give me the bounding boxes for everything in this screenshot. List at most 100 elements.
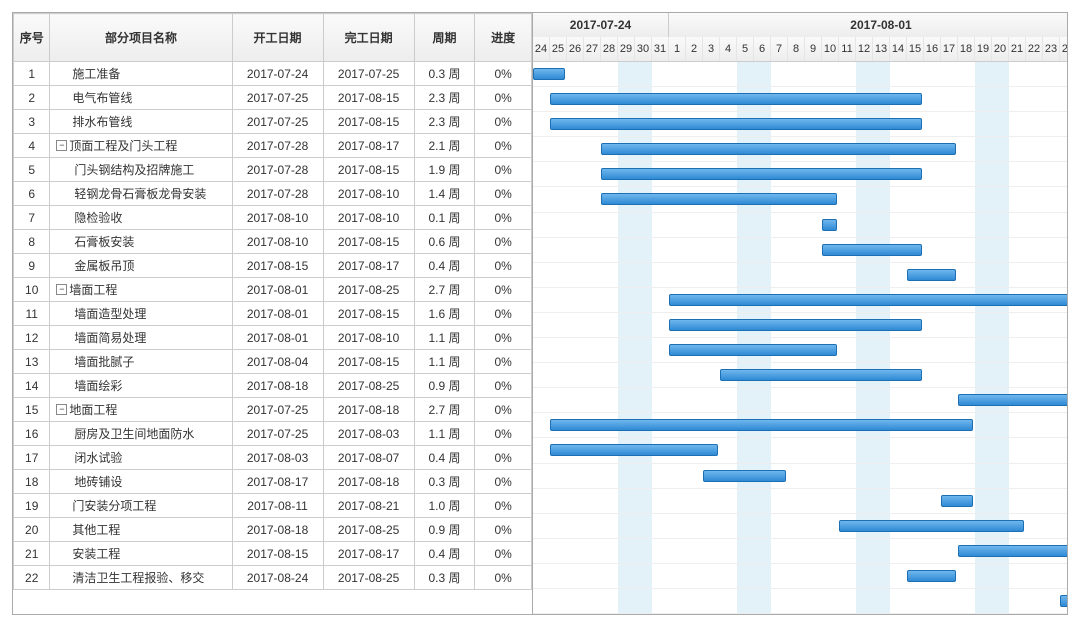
cell-prog: 0%: [475, 542, 532, 566]
col-seq[interactable]: 序号: [14, 14, 50, 62]
cell-name: 排水布管线: [50, 110, 232, 134]
table-row[interactable]: 18地砖铺设2017-08-172017-08-180.3 周0%: [14, 470, 532, 494]
gantt-bar[interactable]: [669, 344, 837, 356]
cell-dur: 1.1 周: [414, 350, 475, 374]
task-name-label: 墙面工程: [69, 281, 117, 298]
gantt-bar[interactable]: [550, 419, 973, 431]
col-prog[interactable]: 进度: [475, 14, 532, 62]
day-header: 25: [550, 37, 567, 61]
day-header: 29: [618, 37, 635, 61]
gantt-bar[interactable]: [550, 118, 922, 130]
col-start[interactable]: 开工日期: [232, 14, 323, 62]
day-header: 7: [771, 37, 788, 61]
table-row[interactable]: 8石膏板安装2017-08-102017-08-150.6 周0%: [14, 230, 532, 254]
collapse-toggle-icon[interactable]: −: [56, 404, 67, 415]
gantt-bar[interactable]: [839, 520, 1024, 532]
gantt-bar[interactable]: [1060, 595, 1067, 607]
gantt-bar[interactable]: [822, 219, 837, 231]
gantt-bar[interactable]: [907, 570, 956, 582]
cell-name: 门安装分项工程: [50, 494, 232, 518]
gantt-bar[interactable]: [958, 394, 1067, 406]
col-dur[interactable]: 周期: [414, 14, 475, 62]
cell-start: 2017-08-01: [232, 326, 323, 350]
gantt-bar[interactable]: [703, 470, 786, 482]
gantt-bar[interactable]: [907, 269, 956, 281]
table-row[interactable]: 13墙面批腻子2017-08-042017-08-151.1 周0%: [14, 350, 532, 374]
table-row[interactable]: 4−顶面工程及门头工程2017-07-282017-08-172.1 周0%: [14, 134, 532, 158]
collapse-toggle-icon[interactable]: −: [56, 140, 67, 151]
cell-dur: 0.3 周: [414, 62, 475, 86]
table-row[interactable]: 6轻钢龙骨石膏板龙骨安装2017-07-282017-08-101.4 周0%: [14, 182, 532, 206]
day-header: 19: [975, 37, 992, 61]
gantt-bar[interactable]: [958, 545, 1067, 557]
day-header: 8: [788, 37, 805, 61]
gantt-row: [533, 213, 1067, 238]
cell-dur: 0.4 周: [414, 542, 475, 566]
gantt-bar[interactable]: [550, 444, 718, 456]
cell-end: 2017-08-17: [323, 542, 414, 566]
gantt-bar[interactable]: [720, 369, 922, 381]
gantt-bar[interactable]: [601, 193, 837, 205]
table-row[interactable]: 3排水布管线2017-07-252017-08-152.3 周0%: [14, 110, 532, 134]
table-row[interactable]: 11墙面造型处理2017-08-012017-08-151.6 周0%: [14, 302, 532, 326]
table-row[interactable]: 1施工准备2017-07-242017-07-250.3 周0%: [14, 62, 532, 86]
gantt-bar[interactable]: [601, 143, 956, 155]
gantt-bar[interactable]: [669, 319, 922, 331]
cell-seq: 11: [14, 302, 50, 326]
cell-seq: 3: [14, 110, 50, 134]
day-header: 17: [941, 37, 958, 61]
task-name-label: 地砖铺设: [74, 473, 122, 490]
cell-name: 地砖铺设: [50, 470, 232, 494]
col-name[interactable]: 部分项目名称: [50, 14, 232, 62]
table-row[interactable]: 10−墙面工程2017-08-012017-08-252.7 周0%: [14, 278, 532, 302]
table-row[interactable]: 17闭水试验2017-08-032017-08-070.4 周0%: [14, 446, 532, 470]
day-header: 31: [652, 37, 669, 61]
table-row[interactable]: 22清洁卫生工程报验、移交2017-08-242017-08-250.3 周0%: [14, 566, 532, 590]
table-row[interactable]: 9金属板吊顶2017-08-152017-08-170.4 周0%: [14, 254, 532, 278]
gantt-bar[interactable]: [550, 93, 922, 105]
cell-seq: 7: [14, 206, 50, 230]
gantt-row: [533, 162, 1067, 187]
cell-seq: 5: [14, 158, 50, 182]
cell-name: 清洁卫生工程报验、移交: [50, 566, 232, 590]
cell-prog: 0%: [475, 350, 532, 374]
cell-dur: 2.3 周: [414, 86, 475, 110]
table-row[interactable]: 12墙面简易处理2017-08-012017-08-101.1 周0%: [14, 326, 532, 350]
table-row[interactable]: 5门头钢结构及招牌施工2017-07-282017-08-151.9 周0%: [14, 158, 532, 182]
gantt-bar[interactable]: [601, 168, 922, 180]
table-row[interactable]: 16厨房及卫生间地面防水2017-07-252017-08-031.1 周0%: [14, 422, 532, 446]
table-row[interactable]: 7隐检验收2017-08-102017-08-100.1 周0%: [14, 206, 532, 230]
month-header: 2017-08-01: [669, 13, 1067, 37]
task-name-label: 墙面简易处理: [74, 329, 146, 346]
cell-end: 2017-08-15: [323, 158, 414, 182]
cell-name: 墙面绘彩: [50, 374, 232, 398]
task-name-label: 门安装分项工程: [72, 497, 156, 514]
table-row[interactable]: 19门安装分项工程2017-08-112017-08-211.0 周0%: [14, 494, 532, 518]
table-row[interactable]: 2电气布管线2017-07-252017-08-152.3 周0%: [14, 86, 532, 110]
cell-end: 2017-08-03: [323, 422, 414, 446]
cell-prog: 0%: [475, 302, 532, 326]
task-name-label: 厨房及卫生间地面防水: [74, 425, 194, 442]
cell-end: 2017-08-15: [323, 350, 414, 374]
cell-start: 2017-08-10: [232, 230, 323, 254]
table-row[interactable]: 21安装工程2017-08-152017-08-170.4 周0%: [14, 542, 532, 566]
day-header: 20: [992, 37, 1009, 61]
day-header: 3: [703, 37, 720, 61]
gantt-row: [533, 288, 1067, 313]
gantt-bar[interactable]: [941, 495, 973, 507]
gantt-bar[interactable]: [822, 244, 922, 256]
table-row[interactable]: 14墙面绘彩2017-08-182017-08-250.9 周0%: [14, 374, 532, 398]
gantt-bar[interactable]: [533, 68, 565, 80]
cell-prog: 0%: [475, 566, 532, 590]
task-name-label: 门头钢结构及招牌施工: [74, 161, 194, 178]
cell-end: 2017-08-25: [323, 518, 414, 542]
collapse-toggle-icon[interactable]: −: [56, 284, 67, 295]
col-end[interactable]: 完工日期: [323, 14, 414, 62]
gantt-row: [533, 388, 1067, 413]
task-name-label: 闭水试验: [74, 449, 122, 466]
day-header: 14: [890, 37, 907, 61]
table-row[interactable]: 20其他工程2017-08-182017-08-250.9 周0%: [14, 518, 532, 542]
gantt-row: [533, 238, 1067, 263]
table-row[interactable]: 15−地面工程2017-07-252017-08-182.7 周0%: [14, 398, 532, 422]
gantt-bar[interactable]: [669, 294, 1067, 306]
